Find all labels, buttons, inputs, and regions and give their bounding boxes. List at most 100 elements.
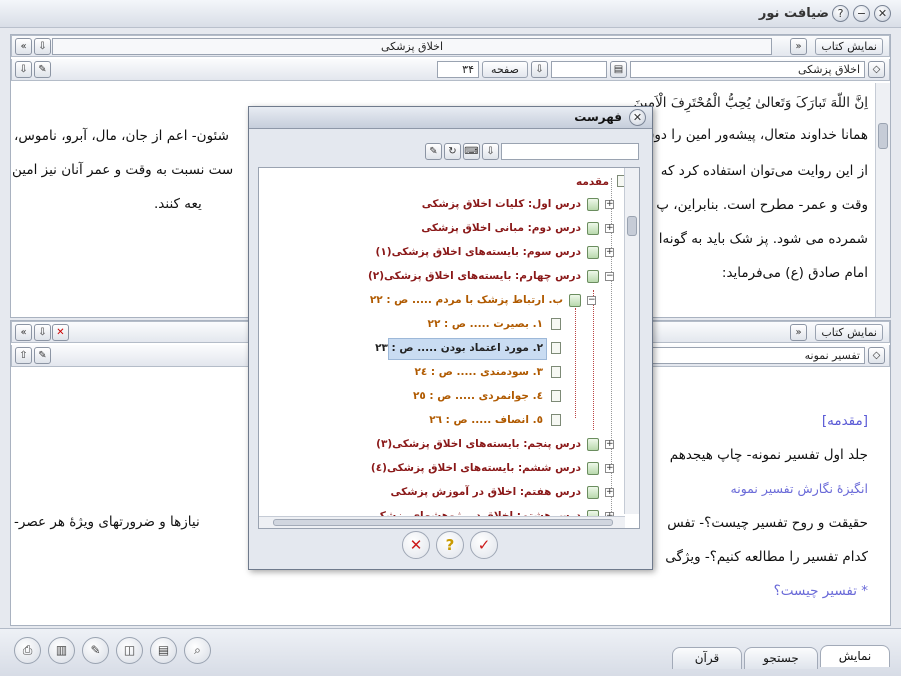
print-icon[interactable]: ⎙: [14, 637, 41, 664]
text-line-b5: * تفسیر چیست؟: [773, 583, 868, 599]
tree-hscrollbar[interactable]: [259, 516, 625, 528]
expand-icon[interactable]: +: [605, 248, 614, 257]
list-item[interactable]: ۱. بصیرت ..... ص : ۲۲: [428, 318, 543, 330]
top-book-bar: نمایش کتاب » اخلاق پزشکی ⇩ «: [11, 35, 890, 57]
document-icon: [551, 342, 561, 354]
bookmark-icon[interactable]: ◇: [868, 347, 885, 364]
book-nav-icon-2[interactable]: »: [790, 324, 807, 341]
wrench-icon[interactable]: ✎: [425, 143, 442, 160]
toc-search-input[interactable]: [501, 143, 639, 160]
book-icon: [587, 462, 599, 475]
book-icon: [587, 246, 599, 259]
refresh-icon[interactable]: ↻: [444, 143, 461, 160]
ok-button[interactable]: ✓: [470, 531, 498, 559]
list-item[interactable]: درس پنجم: بایسته‌های اخلاق پزشکی(۳): [376, 438, 581, 450]
page-label: صفحه: [482, 61, 528, 78]
text-line-b4: کدام تفسیر را مطالعه کنیم؟- ویژگی: [665, 549, 868, 565]
dialog-close-icon[interactable]: ✕: [629, 109, 646, 126]
close-pane-icon[interactable]: ✕: [52, 324, 69, 341]
book-nav-icon[interactable]: »: [790, 38, 807, 55]
expand-icon[interactable]: +: [605, 440, 614, 449]
collapse-icon[interactable]: −: [587, 296, 596, 305]
toc-tree: مقدمه + درس اول: کلیات اخلاق پزشکی + درس…: [258, 167, 640, 529]
text-tail-b: نیازها و ضرورتهای ویژۀ هر عصر-: [14, 514, 200, 530]
document-icon: [551, 390, 561, 402]
down-arrow-icon[interactable]: ⇩: [34, 324, 51, 341]
list-item[interactable]: مقدمه: [576, 174, 627, 188]
note-icon[interactable]: ▤: [150, 637, 177, 664]
text-line-4: وقت و عمر- مطرح است. بنابراین، پ: [656, 197, 868, 213]
dialog-titlebar: فهرست ✕: [249, 107, 652, 129]
text-tail-c: یعه کنند.: [14, 196, 202, 212]
book-icon: [587, 438, 599, 451]
down-arrow-icon[interactable]: ⇩: [15, 61, 32, 78]
list-item[interactable]: ٥. انصاف ..... ص : ۲٦: [429, 414, 543, 426]
list-item[interactable]: درس چهارم: بایسته‌های اخلاق پزشکی(۲): [368, 270, 581, 282]
text-line-1: اِنَّ اللّهَ تَبارَکَ وَتَعالیٰ یُحِبُّ …: [633, 95, 868, 111]
book-icon: [587, 486, 599, 499]
list-item[interactable]: درس ششم: بایسته‌های اخلاق پزشکی(٤): [371, 462, 581, 474]
expand-icon[interactable]: +: [605, 464, 614, 473]
expand-icon[interactable]: «: [15, 38, 32, 55]
page-input[interactable]: [551, 61, 607, 78]
collapse-icon[interactable]: −: [605, 272, 614, 281]
page-bar: ◇ اخلاق پزشکی ▤ ⇩ صفحه ۳۴ ⇩ ✎: [11, 59, 890, 81]
layout-icon[interactable]: ◫: [116, 637, 143, 664]
list-item[interactable]: ۳. سودمندی ..... ص : ۲٤: [414, 366, 543, 378]
wrench-icon[interactable]: ✎: [34, 61, 51, 78]
text-line-b2: انگیزۀ نگارش تفسیر نمونه: [730, 481, 868, 496]
tail-a-text: شئون- اعم از جان، مال، آبرو، ناموس،: [14, 128, 229, 144]
list-item-selected[interactable]: ۲. مورد اعتماد بودن ..... ص : ۲۳: [375, 342, 543, 354]
expand-icon[interactable]: +: [605, 488, 614, 497]
minimize-icon[interactable]: −: [853, 5, 870, 22]
expand-icon[interactable]: +: [605, 224, 614, 233]
book-icon: [587, 222, 599, 235]
bookmark-icon[interactable]: ◇: [868, 61, 885, 78]
close-icon[interactable]: ✕: [874, 5, 891, 22]
tafsir-field[interactable]: تفسیر نمونه: [630, 347, 865, 364]
page-number[interactable]: ۳۴: [437, 61, 479, 78]
tail-2-text: ست نسبت به وقت و عمر آنان نیز امین: [12, 162, 234, 178]
wrench-icon[interactable]: ✎: [34, 347, 51, 364]
document-icon: [551, 366, 561, 378]
list-item[interactable]: درس هفتم: اخلاق در آموزش پزشکی: [391, 486, 581, 498]
tree-line-sub2: [575, 308, 576, 418]
list-item[interactable]: ٤. جوانمردی ..... ص : ۲٥: [413, 390, 543, 402]
down-arrow-icon[interactable]: ⇩: [34, 38, 51, 55]
page-down-icon[interactable]: ⇩: [531, 61, 548, 78]
document-icon: [551, 318, 561, 330]
text-tail-2: ست نسبت به وقت و عمر آنان نیز امین: [12, 162, 233, 178]
search-down-icon[interactable]: ⇩: [482, 143, 499, 160]
scroll-thumb[interactable]: [627, 216, 637, 236]
list-item[interactable]: درس سوم: بایسته‌های اخلاق پزشکی(۱): [376, 246, 581, 258]
list-item-label: مقدمه: [576, 176, 609, 188]
edit-icon[interactable]: ✎: [82, 637, 109, 664]
toc-dialog: فهرست ✕ ⇩ ⌨ ↻ ✎ مقدمه + درس اول: کلیات ا…: [248, 106, 653, 570]
tab-quran[interactable]: قرآن: [672, 647, 742, 669]
search-icon[interactable]: ⌕: [184, 637, 211, 664]
book-field[interactable]: اخلاق پزشکی: [630, 61, 865, 78]
hscroll-thumb[interactable]: [273, 519, 613, 526]
top-scrollbar[interactable]: [875, 83, 890, 317]
up-arrow-icon[interactable]: ⇧: [15, 347, 32, 364]
scroll-thumb[interactable]: [878, 123, 888, 149]
book-list-icon[interactable]: ▤: [610, 61, 627, 78]
help-button[interactable]: ?: [436, 531, 464, 559]
list-item[interactable]: ب. ارتباط پزشک با مردم ..... ص : ۲۲: [370, 294, 563, 306]
tab-display[interactable]: نمایش: [820, 645, 890, 667]
list-item[interactable]: درس اول: کلیات اخلاق پزشکی: [422, 198, 581, 210]
text-heading: [مقدمه]: [821, 413, 868, 429]
cancel-button[interactable]: ✕: [402, 531, 430, 559]
keyboard-icon[interactable]: ⌨: [463, 143, 480, 160]
tree-scrollbar[interactable]: [624, 168, 639, 514]
expand-icon[interactable]: +: [605, 200, 614, 209]
list-item[interactable]: درس دوم: مبانی اخلاق پزشکی: [421, 222, 581, 234]
help-icon[interactable]: ?: [832, 5, 849, 22]
show-book-button[interactable]: نمایش کتاب: [815, 38, 883, 55]
books-icon[interactable]: ▥: [48, 637, 75, 664]
show-book-button-2[interactable]: نمایش کتاب: [815, 324, 883, 341]
tab-search[interactable]: جستجو: [744, 647, 818, 669]
text-line-b3: حقیقت و روح تفسیر چیست؟- تفس: [667, 515, 868, 531]
book-title-field: اخلاق پزشکی: [52, 38, 772, 55]
expand-icon[interactable]: «: [15, 324, 32, 341]
